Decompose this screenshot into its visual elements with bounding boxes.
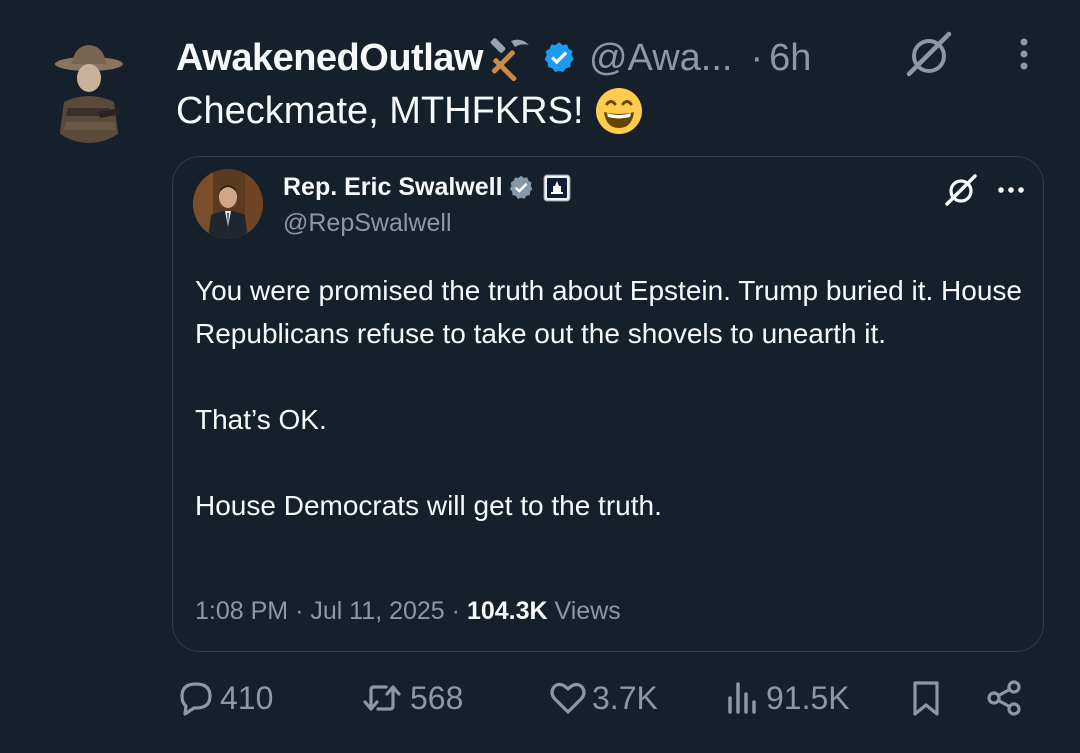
like-count: 3.7K [592,679,658,716]
separator-dot: · [451,597,460,625]
heart-icon [550,682,586,714]
grinning-face-icon [595,88,642,134]
share-icon [987,680,1021,716]
repost-icon [363,685,401,711]
bookmark-icon [913,681,939,716]
quoted-header: Rep. Eric Swalwell [283,173,571,202]
quoted-author-avatar[interactable] [193,169,263,239]
quoted-time[interactable]: 1:08 PM [195,597,288,625]
quoted-author-name[interactable]: Rep. Eric Swalwell [283,173,503,202]
quoted-views-label: Views [554,597,621,625]
government-affiliation-icon [543,174,571,201]
grok-icon[interactable] [943,173,979,207]
repost-button[interactable]: 568 [358,678,463,718]
repost-count: 568 [410,679,464,716]
reply-button[interactable]: 410 [176,678,273,718]
quoted-views-count[interactable]: 104.3K [467,597,548,625]
author-handle[interactable]: @Awa... [589,37,732,80]
post-header: AwakenedOutlaw @Awa... · 6h [176,30,811,86]
separator-dot: · [295,597,304,625]
views-count: 91.5K [766,679,850,716]
more-options-icon[interactable] [993,175,1029,205]
post-time[interactable]: 6h [769,37,811,80]
bookmark-button[interactable] [906,678,950,718]
quoted-post[interactable]: Rep. Eric Swalwell @RepSwalwell You were… [172,156,1044,652]
more-options-icon[interactable] [1006,34,1042,74]
quoted-date[interactable]: Jul 11, 2025 [310,597,444,625]
views-button[interactable]: 91.5K [722,678,850,718]
author-avatar[interactable] [38,38,140,148]
reply-icon [180,682,212,716]
share-button[interactable] [984,678,1028,718]
like-button[interactable]: 3.7K [548,678,658,718]
quoted-author-handle[interactable]: @RepSwalwell [283,209,452,238]
verified-badge-icon [544,42,574,72]
post-text: Checkmate, MTHFKRS! [176,86,644,136]
gray-verified-badge-icon [509,175,532,199]
separator-dot: · [750,36,764,79]
grok-icon[interactable] [903,30,955,78]
quoted-paragraph: House Democrats will get to the truth. [195,490,662,521]
quoted-post-meta: 1:08 PM · Jul 11, 2025 · 104.3K Views [195,597,621,626]
reply-count: 410 [220,679,274,716]
quoted-post-text: You were promised the truth about Epstei… [195,269,1025,527]
post-text-content: Checkmate, MTHFKRS! [176,89,584,132]
hammer-and-pick-icon [490,38,529,81]
quoted-paragraph: That’s OK. [195,404,327,435]
author-name[interactable]: AwakenedOutlaw [176,37,483,80]
action-bar: 410 568 3.7K 91.5K [0,672,1080,732]
quoted-paragraph: You were promised the truth about Epstei… [195,275,1022,349]
analytics-icon [728,682,756,714]
